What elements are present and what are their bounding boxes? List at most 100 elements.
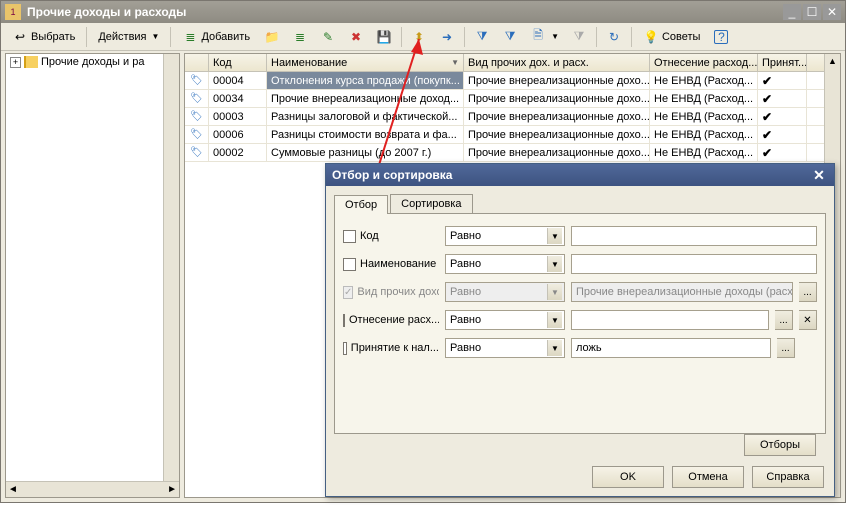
tab-sort[interactable]: Сортировка: [390, 194, 472, 213]
col-expense[interactable]: Отнесение расход...: [650, 54, 758, 71]
choose-icon: ↩: [12, 29, 28, 45]
edit-icon: ✎: [320, 29, 336, 45]
add-button[interactable]: ≣Добавить: [175, 26, 257, 48]
grid-header: Код Наименование▼ Вид прочих дох. и расх…: [185, 54, 840, 72]
filter-op-kind: Равно▼: [445, 282, 565, 302]
filter-row-accept: Принятие к нал... Равно▼ ложь ...: [343, 336, 817, 360]
filter-check-expense[interactable]: Отнесение расх...: [343, 314, 439, 327]
row-icon: 🏷: [189, 129, 204, 141]
history-icon: 🗎: [530, 29, 546, 45]
help-button[interactable]: Справка: [752, 466, 824, 488]
mark-delete-button[interactable]: ✖: [343, 26, 369, 48]
refresh-button[interactable]: ↻: [601, 26, 627, 48]
close-button[interactable]: ✕: [823, 4, 841, 20]
filter-val-name[interactable]: [571, 254, 817, 274]
chevron-down-icon: ▼: [547, 312, 562, 328]
filters-button[interactable]: Отборы: [744, 434, 816, 456]
grid-rows: 🏷00004Отклонения курса продажи (покупк..…: [185, 72, 840, 162]
table-row[interactable]: 🏷00002Суммовые разницы (до 2007 г.)Прочи…: [185, 144, 840, 162]
col-kind[interactable]: Вид прочих дох. и расх.: [464, 54, 650, 71]
add-folder-button[interactable]: 📁: [259, 26, 285, 48]
toolbar: ↩Выбрать Действия▼ ≣Добавить 📁 ≣ ✎ ✖ 💾 ⬍…: [1, 23, 845, 51]
ellipsis-button-kind[interactable]: ...: [799, 282, 817, 302]
tips-button[interactable]: 💡Советы: [636, 26, 707, 48]
app-icon: 1: [5, 4, 21, 20]
filter-row-code: Код Равно▼: [343, 224, 817, 248]
dialog-title: Отбор и сортировка: [332, 168, 810, 182]
col-code[interactable]: Код: [209, 54, 267, 71]
help-icon: ?: [714, 30, 728, 44]
chevron-down-icon: ▼: [547, 284, 562, 300]
minimize-button[interactable]: _: [783, 4, 801, 20]
add-label: Добавить: [201, 31, 250, 43]
dialog-tabs: Отбор Сортировка: [334, 194, 826, 214]
ok-button[interactable]: OK: [592, 466, 664, 488]
table-row[interactable]: 🏷00034Прочие внереализационные доход...П…: [185, 90, 840, 108]
filter-check-kind: ✓Вид прочих дохо...: [343, 286, 439, 299]
filter-check-code[interactable]: Код: [343, 230, 439, 243]
maximize-button[interactable]: ☐: [803, 4, 821, 20]
quick-filter-icon: ⧩: [502, 29, 518, 45]
filter-val-accept[interactable]: ложь: [571, 338, 771, 358]
edit-button[interactable]: ✎: [315, 26, 341, 48]
copy-icon: ≣: [292, 29, 308, 45]
ellipsis-button-expense[interactable]: ...: [775, 310, 793, 330]
filter-val-kind: Прочие внереализационные доходы (расхо..…: [571, 282, 793, 302]
actions-button[interactable]: Действия▼: [91, 26, 166, 48]
tab-filter[interactable]: Отбор: [334, 195, 388, 214]
actions-label: Действия: [98, 31, 146, 43]
filter-op-code[interactable]: Равно▼: [445, 226, 565, 246]
filter-val-expense[interactable]: [571, 310, 769, 330]
ellipsis-button-accept[interactable]: ...: [777, 338, 795, 358]
choose-button[interactable]: ↩Выбрать: [5, 26, 82, 48]
tree-root-label: Прочие доходы и ра: [41, 56, 144, 68]
row-icon: 🏷: [189, 111, 204, 123]
filter-check-name[interactable]: Наименование: [343, 258, 439, 271]
move-button[interactable]: ➜: [434, 26, 460, 48]
help-button[interactable]: ?: [709, 26, 733, 48]
col-accept[interactable]: Принят...: [758, 54, 807, 71]
dialog-close-button[interactable]: ✕: [810, 167, 828, 183]
hierarchy-icon: ⬍: [411, 29, 427, 45]
chevron-down-icon: ▼: [547, 256, 562, 272]
save-button[interactable]: 💾: [371, 26, 397, 48]
clear-button-expense[interactable]: ✕: [799, 310, 817, 330]
col-blank[interactable]: [185, 54, 209, 71]
tab-content: Код Равно▼ Наименование Равно▼ ✓Вид проч…: [334, 214, 826, 434]
dialog-titlebar: Отбор и сортировка ✕: [326, 164, 834, 186]
clear-filter-icon: ⧩: [571, 29, 587, 45]
filter-row-kind: ✓Вид прочих дохо... Равно▼ Прочие внереа…: [343, 280, 817, 304]
chevron-down-icon: ▼: [547, 228, 562, 244]
col-name[interactable]: Наименование▼: [267, 54, 464, 71]
cancel-button[interactable]: Отмена: [672, 466, 744, 488]
tree-scrollbar-v[interactable]: [163, 54, 179, 481]
quick-filter-button[interactable]: ⧩: [497, 26, 523, 48]
hierarchy-button[interactable]: ⬍: [406, 26, 432, 48]
table-row[interactable]: 🏷00003Разницы залоговой и фактической...…: [185, 108, 840, 126]
copy-button[interactable]: ≣: [287, 26, 313, 48]
history-button[interactable]: 🗎▼: [525, 26, 564, 48]
choose-label: Выбрать: [31, 31, 75, 43]
refresh-icon: ↻: [606, 29, 622, 45]
table-row[interactable]: 🏷00004Отклонения курса продажи (покупк..…: [185, 72, 840, 90]
tree-root-item[interactable]: + Прочие доходы и ра: [6, 54, 179, 70]
tips-label: Советы: [662, 31, 700, 43]
filter-op-expense[interactable]: Равно▼: [445, 310, 565, 330]
table-row[interactable]: 🏷00006Разницы стоимости возврата и фа...…: [185, 126, 840, 144]
titlebar: 1 Прочие доходы и расходы _ ☐ ✕: [1, 1, 845, 23]
funnel-icon: ⧩: [474, 29, 490, 45]
filter-sort-dialog: Отбор и сортировка ✕ Отбор Сортировка Ко…: [325, 163, 835, 497]
filter-op-accept[interactable]: Равно▼: [445, 338, 565, 358]
expand-icon[interactable]: +: [10, 57, 21, 68]
bulb-icon: 💡: [643, 29, 659, 45]
filter-sort-button[interactable]: ⧩: [469, 26, 495, 48]
filter-val-code[interactable]: [571, 226, 817, 246]
window-title: Прочие доходы и расходы: [27, 5, 783, 19]
tree-pane: + Прочие доходы и ра ◄►: [5, 53, 180, 498]
filter-check-accept[interactable]: Принятие к нал...: [343, 342, 439, 355]
add-icon: ≣: [182, 29, 198, 45]
filter-op-name[interactable]: Равно▼: [445, 254, 565, 274]
tree-scrollbar-h[interactable]: ◄►: [6, 481, 179, 497]
delete-icon: ✖: [348, 29, 364, 45]
clear-filter-button[interactable]: ⧩: [566, 26, 592, 48]
